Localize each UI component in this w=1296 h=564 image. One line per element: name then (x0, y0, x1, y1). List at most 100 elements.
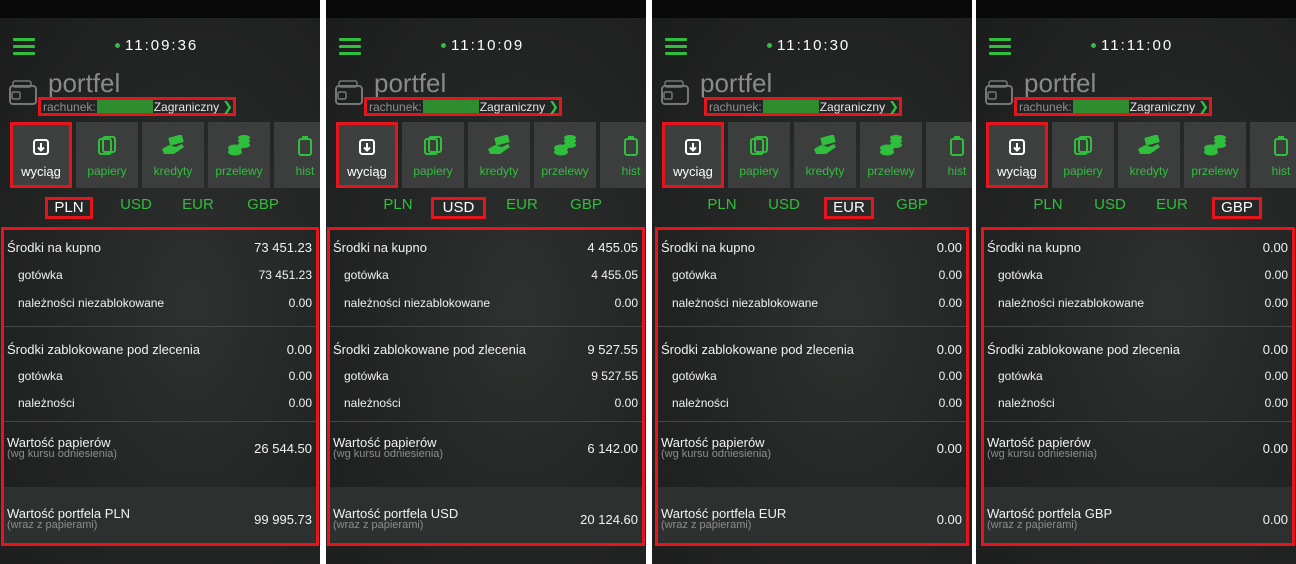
coins-icon (554, 135, 576, 156)
row-label: gotówka (18, 369, 63, 383)
row-label: Środki na kupno (987, 240, 1081, 255)
tile-przelewy[interactable]: przelewy (1184, 122, 1246, 188)
row-label: należności (672, 396, 729, 410)
row-value: 0.00 (1262, 240, 1288, 255)
tile-hist[interactable]: hist (1250, 122, 1296, 188)
row-value: 0.00 (1264, 396, 1288, 410)
row-value: 73 451.23 (258, 268, 312, 282)
money-hand-icon (1138, 135, 1160, 154)
tile-wyciag[interactable]: wyciąg (10, 122, 72, 188)
row-value: 0.00 (938, 296, 962, 310)
row-portfolio: Wartość portfela USD (wraz z papierami) 20… (333, 507, 638, 531)
tile-wyciag[interactable]: wyciąg (986, 122, 1048, 188)
tab-eur[interactable]: EUR (824, 197, 874, 219)
tile-kredyty[interactable]: kredyty (468, 122, 530, 188)
function-tiles: wyciąg papiery kredyty przelewy hist (336, 122, 646, 188)
tile-przelewy[interactable]: przelewy (534, 122, 596, 188)
tile-label: przelewy (867, 164, 915, 178)
status-strip (0, 0, 320, 18)
screen-4: 11:11:00 portfel rachunek: Zagraniczny ❯… (976, 0, 1296, 564)
tab-gbp[interactable]: GBP (890, 197, 934, 219)
row-value: 0.00 (936, 342, 962, 357)
chevron-right-icon: ❯ (222, 98, 233, 114)
menu-icon[interactable] (665, 38, 687, 55)
tile-kredyty[interactable]: kredyty (142, 122, 204, 188)
row-blocked: Środki zablokowane pod zlecenia 0.00 (661, 342, 962, 357)
app-title: portfel (1024, 68, 1097, 98)
account-number-masked (422, 100, 479, 113)
row-value: 9 527.55 (587, 342, 638, 357)
row-value: 0.00 (1262, 440, 1288, 456)
account-selector[interactable]: rachunek: Zagraniczny ❯ (364, 97, 562, 116)
row-value: 6 142.00 (587, 440, 638, 456)
row-cash: gotówka 4 455.05 (333, 268, 638, 282)
tab-eur[interactable]: EUR (500, 197, 544, 219)
row-blocked-cash: gotówka 0.00 (7, 369, 312, 383)
divider (330, 326, 642, 327)
tab-usd[interactable]: USD (762, 197, 806, 219)
tab-eur[interactable]: EUR (176, 197, 220, 219)
tab-gbp[interactable]: GBP (564, 197, 608, 219)
wallet-icon (661, 80, 689, 105)
tile-label: hist (1271, 164, 1291, 178)
download-icon (685, 139, 701, 155)
download-icon (33, 139, 49, 155)
tile-wyciag[interactable]: wyciąg (336, 122, 398, 188)
tile-label: kredyty (479, 164, 519, 178)
row-blocked: Środki zablokowane pod zlecenia 9 527.55 (333, 342, 638, 357)
row-blocked-cash: gotówka 0.00 (661, 369, 962, 383)
tile-label: wyciąg (21, 164, 61, 179)
divider (4, 326, 316, 327)
tab-usd[interactable]: USD (1088, 197, 1132, 219)
row-unblocked: należności niezablokowane 0.00 (661, 296, 962, 310)
row-value: 0.00 (936, 511, 962, 527)
tile-papiery[interactable]: papiery (1052, 122, 1114, 188)
tile-papiery[interactable]: papiery (402, 122, 464, 188)
tile-przelewy[interactable]: przelewy (208, 122, 270, 188)
row-label: gotówka (998, 268, 1043, 282)
tab-eur[interactable]: EUR (1150, 197, 1194, 219)
account-selector[interactable]: rachunek: Zagraniczny ❯ (38, 97, 236, 116)
clock: 11:10:30 (767, 37, 850, 54)
tile-hist[interactable]: hist (600, 122, 646, 188)
app-title: portfel (374, 68, 447, 98)
tile-kredyty[interactable]: kredyty (1118, 122, 1180, 188)
status-strip (652, 0, 972, 18)
status-strip (326, 0, 646, 18)
row-value: 0.00 (286, 342, 312, 357)
tile-label: kredyty (153, 164, 193, 178)
row-cash: gotówka 0.00 (661, 268, 962, 282)
tile-hist[interactable]: hist (274, 122, 320, 188)
tab-pln[interactable]: PLN (376, 197, 420, 219)
account-label: rachunek: (43, 99, 96, 114)
tile-papiery[interactable]: papiery (728, 122, 790, 188)
screen-2: 11:10:09 portfel rachunek: Zagraniczny ❯… (326, 0, 646, 564)
tile-label: papiery (739, 164, 779, 178)
tab-pln[interactable]: PLN (700, 197, 744, 219)
tab-usd[interactable]: USD (114, 197, 158, 219)
cards-icon (424, 136, 442, 155)
row-label: Środki na kupno (661, 240, 755, 255)
menu-icon[interactable] (13, 38, 35, 55)
tile-label: kredyty (805, 164, 845, 178)
menu-icon[interactable] (989, 38, 1011, 55)
tile-hist[interactable]: hist (926, 122, 972, 188)
tile-przelewy[interactable]: przelewy (860, 122, 922, 188)
tile-kredyty[interactable]: kredyty (794, 122, 856, 188)
row-buy-funds: Środki na kupno 73 451.23 (7, 240, 312, 255)
menu-icon[interactable] (339, 38, 361, 55)
history-icon (298, 136, 312, 156)
tab-pln[interactable]: PLN (45, 197, 93, 219)
account-selector[interactable]: rachunek: Zagraniczny ❯ (1014, 97, 1212, 116)
screen-1: 11:09:36 portfel rachunek: Zagraniczny ❯… (0, 0, 320, 564)
tab-gbp[interactable]: GBP (1212, 197, 1262, 219)
tab-gbp[interactable]: GBP (241, 197, 285, 219)
row-buy-funds: Środki na kupno 0.00 (661, 240, 962, 255)
account-selector[interactable]: rachunek: Zagraniczny ❯ (704, 97, 902, 116)
tile-wyciag[interactable]: wyciąg (662, 122, 724, 188)
tab-pln[interactable]: PLN (1026, 197, 1070, 219)
tile-label: hist (621, 164, 641, 178)
tab-usd[interactable]: USD (431, 197, 486, 219)
tile-papiery[interactable]: papiery (76, 122, 138, 188)
row-label-group: Wartość papierów (wg kursu odniesienia) (333, 436, 443, 460)
